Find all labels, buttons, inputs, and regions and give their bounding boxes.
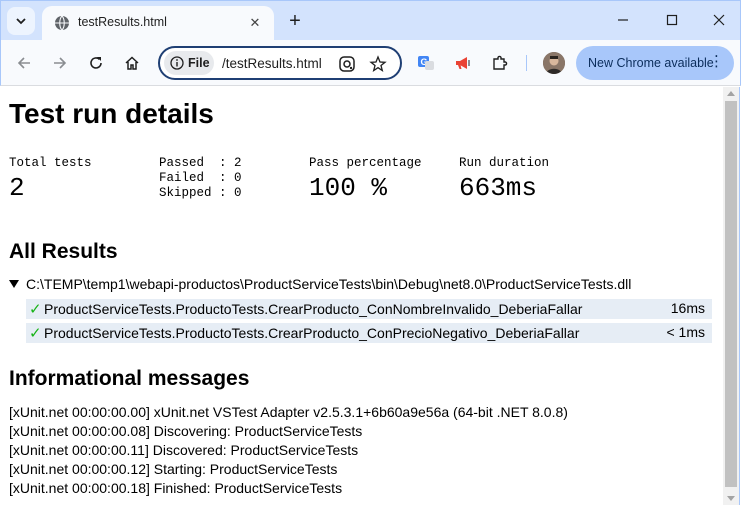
message-line: [xUnit.net 00:00:00.00] xUnit.net VSTest… [9,404,568,420]
assembly-path: C:\TEMP\temp1\webapi-productos\ProductSe… [26,276,632,292]
reload-button[interactable] [84,51,108,75]
check-icon: ✓ [29,301,42,318]
close-icon [713,14,725,26]
message-line: [xUnit.net 00:00:00.12] Starting: Produc… [9,461,338,477]
google-lens-button[interactable] [336,53,358,75]
test-row[interactable]: ✓ ProductServiceTests.ProductoTests.Crea… [26,323,712,343]
info-icon [170,56,184,70]
lens-icon [339,56,355,72]
forward-button[interactable] [48,51,72,75]
translate-extension[interactable]: G [415,52,437,74]
home-icon [125,56,139,70]
total-tests-label: Total tests [9,156,92,170]
megaphone-icon [456,57,470,69]
new-tab-button[interactable]: + [284,10,306,32]
globe-icon [55,15,69,31]
update-label: New Chrome available [588,56,714,70]
message-line: [xUnit.net 00:00:00.11] Discovered: Prod… [9,442,359,458]
star-icon [369,55,387,72]
maximize-button[interactable] [659,9,685,31]
close-window-button[interactable] [706,9,732,31]
test-duration: 16ms [670,300,705,316]
avatar-icon [543,52,565,74]
vertical-scrollbar[interactable] [723,87,740,505]
tab-strip: testResults.html ✕ + [0,0,741,41]
check-icon: ✓ [29,325,42,342]
failed-count: Failed : 0 [159,171,242,185]
tab-search-button[interactable] [7,7,35,35]
pass-percentage-label: Pass percentage [309,156,422,170]
arrow-left-icon [17,57,30,69]
maximize-icon [666,14,678,26]
assembly-row[interactable]: C:\TEMP\temp1\webapi-productos\ProductSe… [9,276,631,292]
puzzle-icon [493,55,508,70]
passed-count: Passed : 2 [159,156,242,170]
bookmark-star-button[interactable] [367,53,389,75]
extensions-button[interactable] [489,52,511,74]
toolbar-divider [526,55,527,71]
scroll-thumb[interactable] [725,101,737,487]
reload-icon [90,57,102,69]
run-duration-label: Run duration [459,156,550,170]
translate-icon: G [418,56,434,70]
url-text[interactable]: /testResults.html [222,56,322,71]
page-title: Test run details [9,98,214,129]
scroll-up-arrow-icon[interactable] [727,91,735,96]
informational-messages-heading: Informational messages [9,367,250,390]
test-name: ProductServiceTests.ProductoTests.CrearP… [44,301,583,317]
more-menu-icon[interactable]: ⋮ [709,53,724,71]
test-name: ProductServiceTests.ProductoTests.CrearP… [44,325,580,341]
message-line: [xUnit.net 00:00:00.18] Finished: Produc… [9,480,343,496]
test-row[interactable]: ✓ ProductServiceTests.ProductoTests.Crea… [26,299,712,319]
new-chrome-available-button[interactable]: New Chrome available ⋮ [576,46,734,80]
skipped-count: Skipped : 0 [159,186,242,200]
pass-percentage-value: 100 % [309,173,388,203]
all-results-heading: All Results [9,240,118,263]
browser-toolbar: File /testResults.html G New Chrome avai… [0,40,741,86]
test-duration: < 1ms [666,324,705,340]
result-counts: Passed : 2 Failed : 0 Skipped : 0 [159,156,242,201]
back-button[interactable] [12,51,36,75]
run-duration-value: 663ms [459,173,538,203]
file-chip-label: File [188,56,210,70]
close-tab-icon[interactable]: ✕ [246,14,264,32]
minimize-button[interactable] [610,9,636,31]
scroll-down-arrow-icon[interactable] [727,496,735,501]
total-tests-value: 2 [9,173,25,203]
chevron-down-icon [16,18,26,25]
arrow-right-icon [54,57,67,69]
message-line: [xUnit.net 00:00:00.08] Discovering: Pro… [9,423,363,439]
tab-test-results[interactable]: testResults.html ✕ [42,6,274,41]
address-bar[interactable]: File /testResults.html [158,46,402,80]
site-info-chip[interactable]: File [164,51,214,75]
tab-title: testResults.html [78,15,167,29]
announcement-extension[interactable] [452,52,474,74]
profile-avatar[interactable] [543,52,565,74]
minimize-icon [618,19,628,21]
page-content: Test run details Total tests 2 Passed : … [1,87,723,505]
home-button[interactable] [120,51,144,75]
expand-triangle-icon[interactable] [9,280,19,288]
